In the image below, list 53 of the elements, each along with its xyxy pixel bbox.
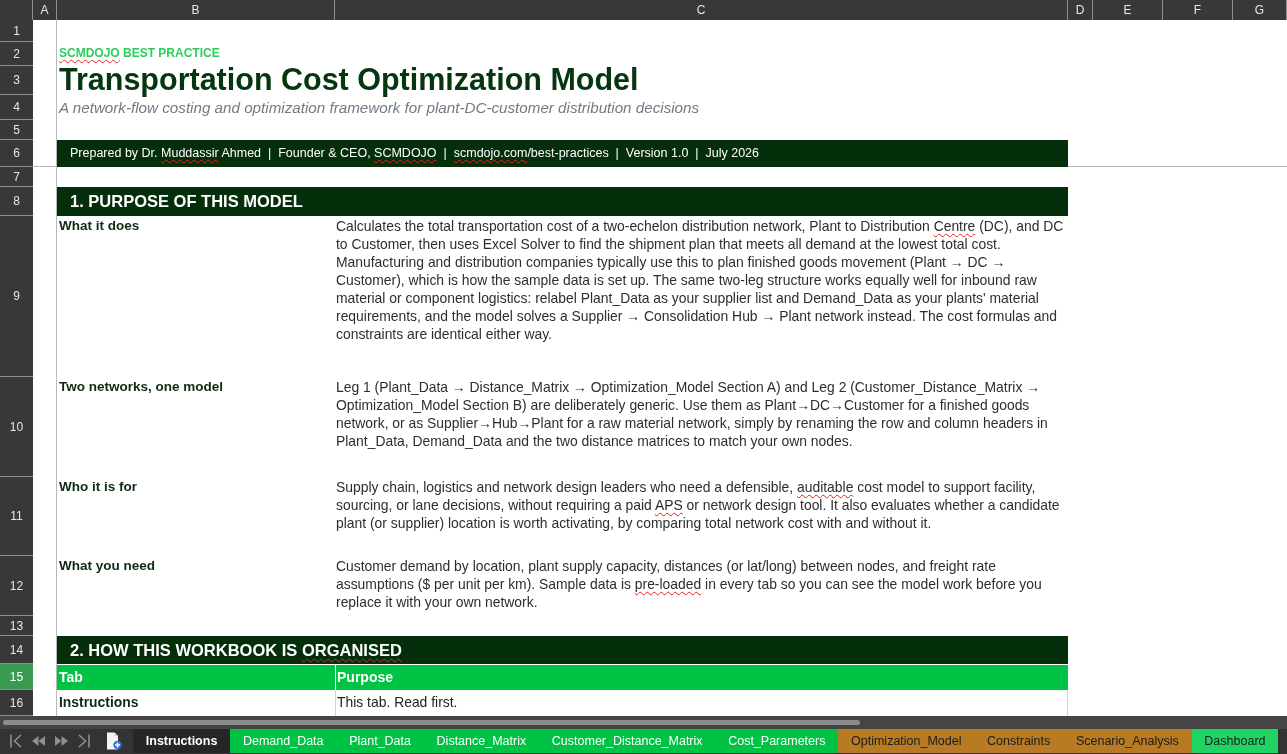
description-text: Supply chain, logistics and network design leaders who need a defensible, auditable cost model to support facility, sourcing, or lane decisions, without requiring a paid APS or network design tool. It also evaluates whether a candidate plant (or supplier) location is worth activating, by comparing total network cost with and without it. bbox=[335, 478, 1061, 532]
select-all-button[interactable] bbox=[0, 0, 33, 20]
column-header[interactable]: A bbox=[33, 0, 57, 20]
column-header[interactable]: C bbox=[335, 0, 1068, 20]
description-text: Leg 1 (Plant_Data → Distance_Matrix → Optimization_Model Section A) and Leg 2 (Customer_Distance_Matrix → Optimization_Model Section B) are deliberately generic. Use them as Plant→DC→Customer for a finished goods network, or as Supplier→Hub→Plant for a raw material network, simply by renaming the row and column headers in Plant_Data, Demand_Data and the two distance matrices to match your own nodes. bbox=[335, 378, 1049, 450]
row-header[interactable]: 16 bbox=[0, 690, 33, 716]
sheet-tab[interactable]: Dashboard bbox=[1191, 729, 1279, 753]
row-header[interactable]: 11 bbox=[0, 477, 33, 556]
credit-banner: Prepared by Dr. Muddassir Ahmed | Founder & CEO, SCMDOJO | scmdojo.com/best-practices | Version 1.0 | July 2026 bbox=[57, 140, 1068, 167]
table-cell-text: Instructions bbox=[58, 693, 140, 712]
field-label: What it does bbox=[58, 217, 141, 235]
column-header[interactable]: F bbox=[1163, 0, 1233, 20]
row-header[interactable]: 2 bbox=[0, 42, 33, 66]
rewind-icon[interactable] bbox=[32, 736, 45, 746]
table-header: Purpose bbox=[335, 665, 1068, 690]
horizontal-scrollbar[interactable] bbox=[0, 716, 1287, 729]
column-header[interactable]: E bbox=[1093, 0, 1163, 20]
brand-label: SCMDOJO BEST PRACTICE bbox=[58, 46, 221, 62]
row-header[interactable]: 7 bbox=[0, 167, 33, 187]
table-header: Tab bbox=[57, 665, 335, 690]
subtitle: A network-flow costing and optimization framework for plant-DC-customer distribution decisions bbox=[57, 97, 701, 118]
row-header[interactable]: 3 bbox=[0, 66, 33, 95]
field-label: Two networks, one model bbox=[58, 378, 225, 396]
row-header[interactable]: 6 bbox=[0, 140, 33, 167]
row-header[interactable]: 4 bbox=[0, 95, 33, 120]
row-header[interactable]: 13 bbox=[0, 616, 33, 636]
row-header[interactable]: 5 bbox=[0, 120, 33, 140]
field-label: What you need bbox=[58, 557, 156, 575]
skip-to-end-icon[interactable] bbox=[78, 734, 90, 748]
sheet-tab[interactable]: Constraints bbox=[974, 729, 1064, 753]
skip-to-start-icon[interactable] bbox=[10, 734, 22, 748]
sheet-tab[interactable]: Instructions bbox=[133, 729, 231, 753]
description-text: Customer demand by location, plant supply capacity, distances (or lat/long) between nodes, and freight rate assumptions ($ per unit per km). Sample data is pre-loaded in every tab so you can see the model work before you replace it with your own network. bbox=[335, 557, 1043, 611]
column-header[interactable]: D bbox=[1068, 0, 1093, 20]
section-heading: 2. HOW THIS WORKBOOK IS ORGANISED bbox=[57, 636, 1068, 664]
row-header[interactable]: 14 bbox=[0, 636, 33, 664]
field-label: Who it is for bbox=[58, 478, 138, 496]
scrollbar-thumb[interactable] bbox=[3, 720, 860, 725]
row-header[interactable]: 1 bbox=[0, 20, 33, 42]
sheet-tab[interactable]: Optimization_Model bbox=[838, 729, 975, 753]
column-header[interactable]: B bbox=[57, 0, 335, 20]
sheet-tab[interactable]: Scenario_Analysis bbox=[1063, 729, 1192, 753]
row-header[interactable]: 10 bbox=[0, 377, 33, 477]
fast-forward-icon[interactable] bbox=[55, 736, 68, 746]
column-header[interactable]: G bbox=[1233, 0, 1287, 20]
row-header[interactable]: 8 bbox=[0, 187, 33, 216]
page-title: Transportation Cost Optimization Model bbox=[58, 63, 640, 95]
new-sheet-icon[interactable] bbox=[106, 732, 122, 750]
description-text: Calculates the total transportation cost of a two-echelon distribution network, Plant to Distribution Centre (DC), and DC to Customer, then uses Excel Solver to find the shipment plan that meets all demand at the lowest total cost. Manufacturing and distribution companies typically use this to plan finished goods movement (Plant → DC → Customer), which is how the sample data is set up. The same two-leg structure works equally well for inbound raw material or component logistics: relabel Plant_Data as your supplier list and Demand_Data as your plants' material requirements, and the model solves a Supplier → Consolidation Hub → Plant network instead. The cost formulas and constraints are identical either way. bbox=[335, 217, 1065, 343]
row-header[interactable]: 15 bbox=[0, 664, 33, 690]
row-header[interactable]: 12 bbox=[0, 556, 33, 616]
section-heading: 1. PURPOSE OF THIS MODEL bbox=[57, 187, 1068, 216]
row-header[interactable]: 9 bbox=[0, 216, 33, 377]
